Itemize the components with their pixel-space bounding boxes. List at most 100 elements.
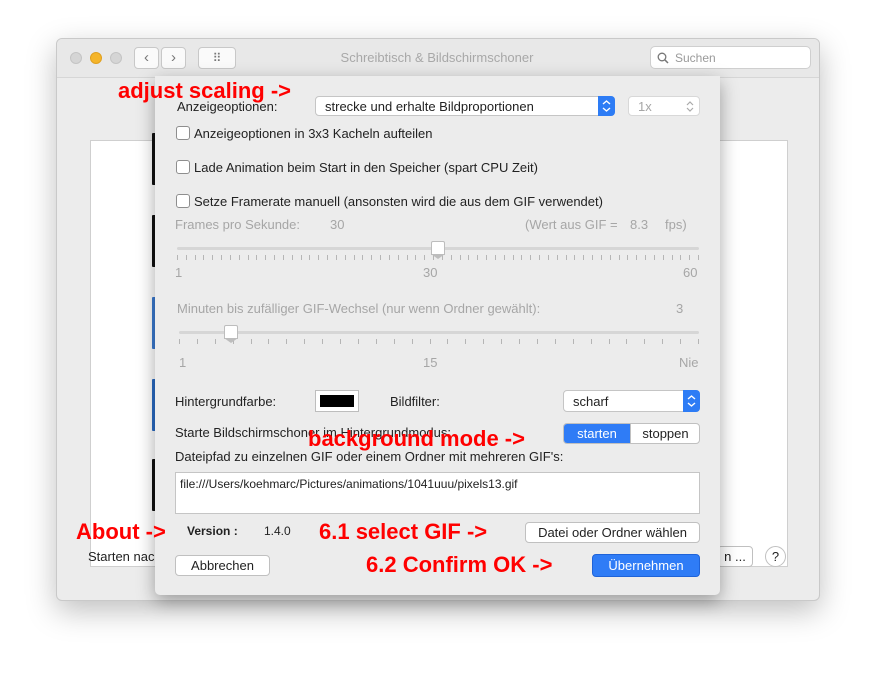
slider-tick bbox=[610, 255, 611, 260]
slider-tick bbox=[672, 255, 673, 260]
slider-tick bbox=[230, 255, 231, 260]
color-swatch bbox=[320, 395, 354, 407]
annotation-confirm-ok: 6.2 Confirm OK -> bbox=[366, 552, 553, 577]
bg-color-well[interactable] bbox=[315, 390, 359, 412]
slider-tick bbox=[583, 255, 584, 260]
fps-label: Frames pro Sekunde: bbox=[175, 217, 301, 232]
forward-button[interactable]: › bbox=[161, 47, 186, 69]
bg-mode-segmented-control: starten stoppen bbox=[563, 423, 700, 444]
back-button[interactable]: ‹ bbox=[134, 47, 159, 69]
framerate-checkbox[interactable] bbox=[176, 194, 190, 208]
slider-tick bbox=[662, 339, 663, 344]
minutes-max-label: Nie bbox=[679, 355, 699, 370]
minutes-mid-label: 15 bbox=[423, 355, 438, 370]
search-field[interactable]: Suchen bbox=[650, 46, 811, 69]
slider-tick bbox=[327, 255, 328, 260]
slider-tick bbox=[274, 255, 275, 260]
slider-tick bbox=[248, 255, 249, 260]
fps-max-label: 60 bbox=[683, 265, 698, 280]
slider-tick bbox=[179, 339, 180, 344]
slider-tick bbox=[309, 255, 310, 260]
gif-fps-label: (Wert aus GIF = bbox=[525, 217, 618, 232]
gif-fps-value: 8.3 bbox=[630, 217, 649, 232]
slider-tick bbox=[354, 255, 355, 260]
cancel-button[interactable]: Abbrechen bbox=[175, 555, 270, 576]
slider-knob[interactable] bbox=[431, 241, 445, 255]
tiles-checkbox-label: Anzeigeoptionen in 3x3 Kacheln aufteilen bbox=[194, 126, 433, 141]
slider-tick bbox=[609, 339, 610, 344]
filter-label: Bildfilter: bbox=[390, 394, 440, 409]
segment-start[interactable]: starten bbox=[564, 424, 630, 443]
preload-checkbox[interactable] bbox=[176, 160, 190, 174]
slider-tick bbox=[195, 255, 196, 260]
slider-knob-tip bbox=[431, 254, 445, 259]
slider-tick bbox=[415, 255, 416, 260]
tiles-checkbox[interactable] bbox=[176, 126, 190, 140]
bg-color-label: Hintergrundfarbe: bbox=[175, 394, 277, 409]
slider-tick bbox=[268, 339, 269, 344]
choose-file-button-label: Datei oder Ordner wählen bbox=[538, 525, 687, 540]
display-options-select[interactable]: strecke und erhalte Bildproportionen bbox=[315, 96, 615, 116]
show-all-button[interactable]: ⠿ bbox=[198, 47, 236, 69]
slider-tick bbox=[318, 255, 319, 260]
slider-tick bbox=[483, 339, 484, 344]
slider-tick bbox=[398, 255, 399, 260]
slider-tick bbox=[376, 339, 377, 344]
cancel-button-label: Abbrechen bbox=[191, 558, 254, 573]
slider-tick bbox=[186, 255, 187, 260]
close-button[interactable] bbox=[70, 52, 82, 64]
slider-knob[interactable] bbox=[224, 325, 238, 339]
minutes-value: 3 bbox=[676, 301, 684, 316]
minimize-button[interactable] bbox=[90, 52, 102, 64]
slider-tick bbox=[322, 339, 323, 344]
slider-tick bbox=[680, 339, 681, 344]
segment-stop[interactable]: stoppen bbox=[630, 424, 699, 443]
slider-knob-tip bbox=[224, 338, 238, 343]
filter-select[interactable]: scharf bbox=[563, 390, 700, 412]
slider-tick bbox=[358, 339, 359, 344]
slider-tick bbox=[340, 339, 341, 344]
slider-tick bbox=[539, 255, 540, 260]
slider-tick bbox=[447, 339, 448, 344]
scale-value: 1x bbox=[638, 99, 652, 114]
slider-tick bbox=[537, 339, 538, 344]
slider-tick bbox=[501, 339, 502, 344]
annotation-background-mode: background mode -> bbox=[308, 426, 525, 451]
grid-icon: ⠿ bbox=[212, 51, 222, 65]
slider-tick bbox=[212, 255, 213, 260]
slider-tick bbox=[557, 255, 558, 260]
slider-tick bbox=[251, 339, 252, 344]
slider-tick bbox=[519, 339, 520, 344]
scale-select[interactable]: 1x bbox=[628, 96, 700, 116]
slider-tick bbox=[265, 255, 266, 260]
annotation-about: About -> bbox=[76, 519, 166, 544]
apply-button[interactable]: Übernehmen bbox=[592, 554, 700, 577]
updown-arrow-icon bbox=[598, 96, 615, 116]
slider-tick bbox=[591, 339, 592, 344]
path-field[interactable]: file:///Users/koehmarc/Pictures/animatio… bbox=[175, 472, 700, 514]
slider-track bbox=[179, 331, 699, 334]
help-button[interactable]: ? bbox=[765, 546, 786, 567]
slider-tick bbox=[645, 255, 646, 260]
title-bar: ‹ › ⠿ Schreibtisch & Bildschirmschoner S… bbox=[57, 39, 819, 78]
slider-tick bbox=[394, 339, 395, 344]
minutes-slider[interactable] bbox=[179, 324, 699, 348]
gif-fps-unit: fps) bbox=[665, 217, 687, 232]
slider-tick bbox=[215, 339, 216, 344]
slider-tick bbox=[626, 339, 627, 344]
slider-tick bbox=[336, 255, 337, 260]
fps-slider[interactable] bbox=[177, 240, 699, 264]
preload-checkbox-label: Lade Animation beim Start in den Speiche… bbox=[194, 160, 538, 175]
slider-tick bbox=[292, 255, 293, 260]
choose-file-button[interactable]: Datei oder Ordner wählen bbox=[525, 522, 700, 543]
options-button[interactable]: n ... bbox=[717, 546, 753, 567]
slider-tick bbox=[304, 339, 305, 344]
slider-tick bbox=[513, 255, 514, 260]
slider-tick bbox=[283, 255, 284, 260]
slider-tick bbox=[689, 255, 690, 260]
fps-min-label: 1 bbox=[175, 265, 183, 280]
zoom-button[interactable] bbox=[110, 52, 122, 64]
slider-tick bbox=[574, 255, 575, 260]
slider-tick bbox=[371, 255, 372, 260]
annotation-adjust-scaling: adjust scaling -> bbox=[118, 78, 291, 103]
